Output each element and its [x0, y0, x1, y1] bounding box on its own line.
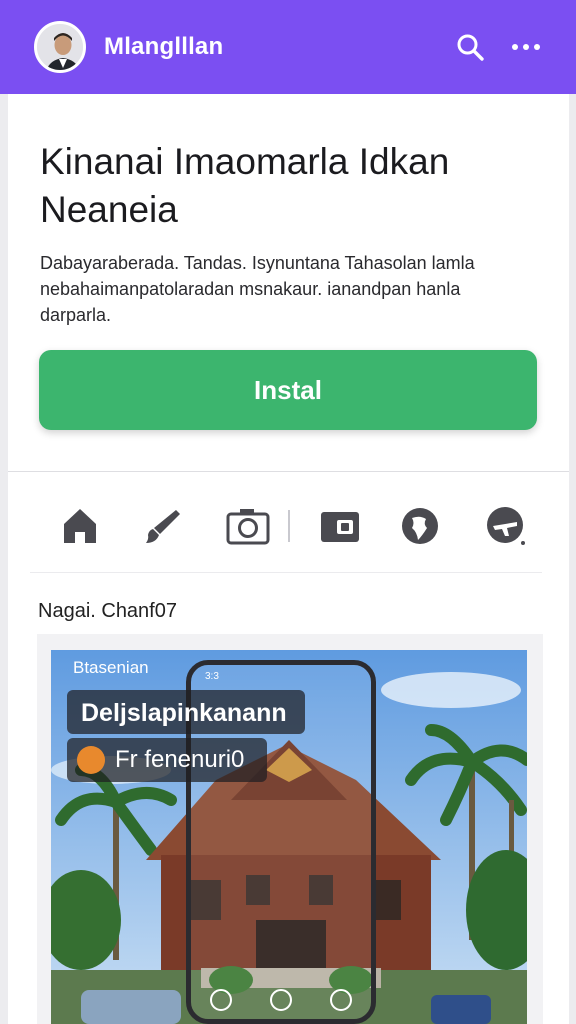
wallet-icon	[321, 512, 359, 542]
app-header: Mlanglllan	[0, 0, 576, 94]
media-chip: Btasenian	[73, 658, 149, 677]
screenshot-image[interactable]: Btasenian 3:3 Deljslapinkanann Fr fenenu…	[51, 650, 527, 1024]
overlay-subtitle: Fr fenenuri0	[115, 746, 245, 773]
more-options-button[interactable]	[506, 27, 546, 67]
camera-button[interactable]	[224, 498, 272, 554]
section-label: Nagai. Chanf07	[38, 600, 177, 622]
airplane-button[interactable]	[482, 498, 530, 554]
more-icon	[330, 989, 352, 1011]
search-button[interactable]	[450, 27, 490, 67]
airplane-icon	[487, 507, 525, 545]
page-title: Kinanai Imaomarla Idkan Neaneia	[40, 141, 450, 230]
overlay-subtitle-row: Fr fenenuri0	[67, 738, 267, 782]
brush-icon	[146, 510, 180, 543]
minus-icon	[270, 989, 292, 1011]
globe-button[interactable]	[396, 498, 444, 554]
overlay-title: Deljslapinkanann	[67, 690, 305, 734]
app-badge-icon	[77, 746, 105, 774]
app-detail-card: Kinanai Imaomarla Idkan Neaneia Dabayara…	[8, 94, 569, 1024]
phone-nav-bar	[191, 985, 371, 1015]
app-description: Dabayaraberada. Tandas. Isynuntana Tahas…	[40, 253, 475, 325]
divider	[8, 471, 569, 472]
icon-separator	[288, 510, 290, 542]
camera-icon	[226, 509, 270, 545]
wallet-button[interactable]	[316, 498, 364, 554]
heart-icon	[210, 989, 232, 1011]
avatar-image	[37, 24, 83, 70]
app-title: Mlanglllan	[104, 33, 224, 60]
home-button[interactable]	[56, 498, 104, 554]
phone-status-bar: 3:3	[205, 671, 219, 682]
divider	[30, 572, 542, 573]
media-preview[interactable]: Btasenian 3:3 Deljslapinkanann Fr fenenu…	[37, 634, 543, 1024]
globe-icon	[402, 508, 438, 544]
brush-button[interactable]	[138, 498, 186, 554]
more-horizontal-icon	[512, 44, 540, 50]
home-icon	[64, 509, 96, 543]
category-icon-bar	[30, 498, 542, 554]
install-button[interactable]: Instal	[39, 350, 537, 430]
avatar[interactable]	[34, 21, 86, 73]
search-icon	[457, 34, 484, 61]
app-root: Mlanglllan Kinanai Imaomarla Idkan Neane…	[0, 0, 576, 1024]
